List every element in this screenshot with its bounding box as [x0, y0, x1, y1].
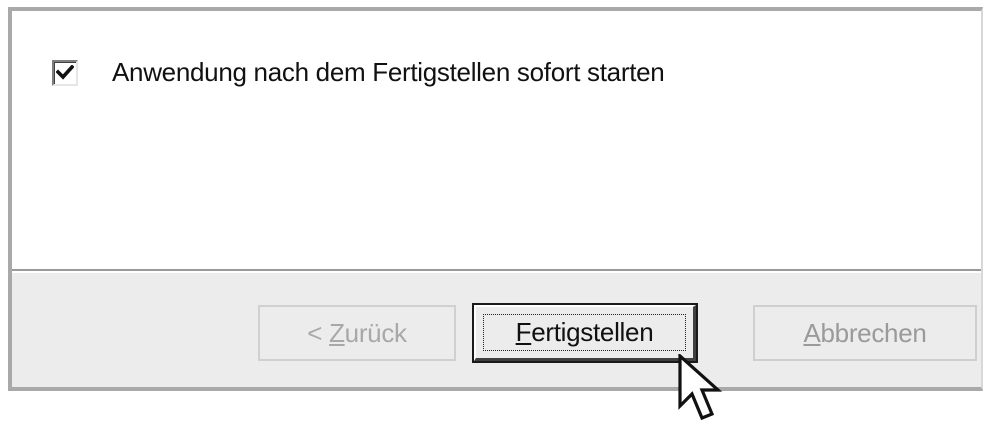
back-button-label: < Zurück [307, 317, 407, 348]
setup-wizard-dialog: Anwendung nach dem Fertigstellen sofort … [8, 7, 983, 391]
launch-app-option[interactable]: Anwendung nach dem Fertigstellen sofort … [52, 57, 665, 88]
launch-app-checkbox[interactable] [52, 59, 78, 86]
check-icon [56, 64, 74, 80]
back-button[interactable]: < Zurück [258, 305, 456, 361]
screenshot-stage: Anwendung nach dem Fertigstellen sofort … [0, 0, 992, 426]
cancel-button-label: Abbrechen [803, 317, 927, 348]
wizard-content-area: Anwendung nach dem Fertigstellen sofort … [12, 11, 981, 269]
wizard-button-bar: < Zurück Fertigstellen Abbrechen [12, 273, 981, 387]
cancel-button[interactable]: Abbrechen [753, 305, 977, 361]
launch-app-label: Anwendung nach dem Fertigstellen sofort … [112, 57, 665, 87]
finish-button-label: Fertigstellen [515, 317, 654, 347]
finish-button[interactable]: Fertigstellen [472, 303, 698, 363]
